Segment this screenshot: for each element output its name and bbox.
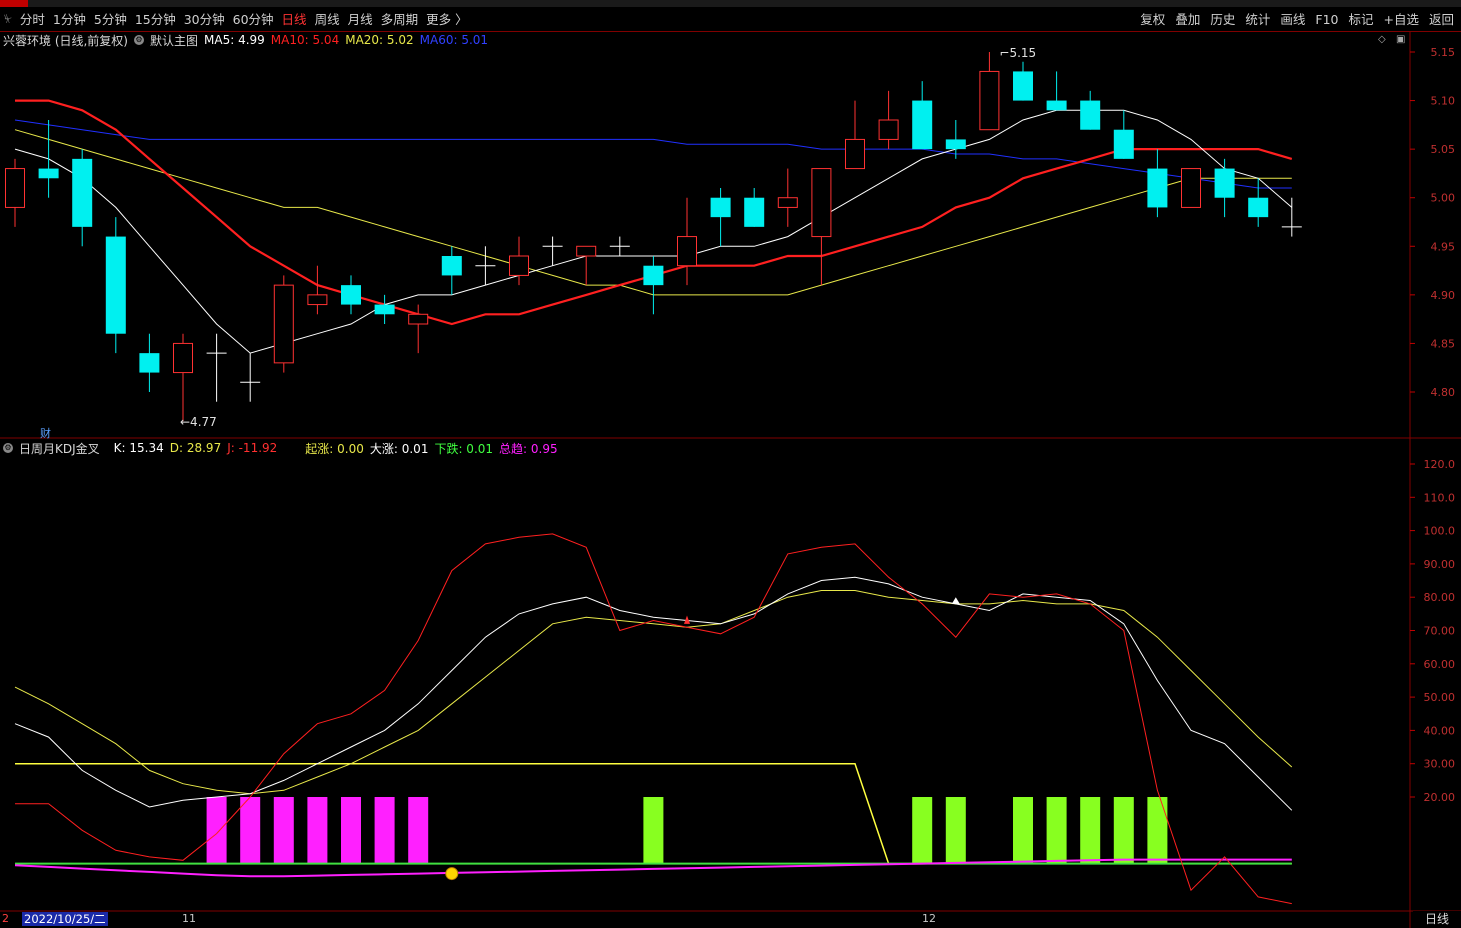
- y-tick-label: 50.00: [1424, 691, 1456, 704]
- y-tick-label: 30.00: [1424, 758, 1456, 771]
- candle-body: [105, 236, 126, 334]
- date-tick: 12: [922, 912, 936, 925]
- y-tick-label: 70.00: [1424, 625, 1456, 638]
- y-tick-label: 60.00: [1424, 658, 1456, 671]
- magenta-signal-bar: [240, 797, 261, 864]
- candle-body: [1248, 197, 1269, 218]
- candle-body: [341, 285, 361, 305]
- candle-body: [979, 70, 1000, 131]
- candle-body: [1214, 168, 1235, 198]
- candle-body: [173, 342, 193, 374]
- candle-body: [509, 255, 529, 276]
- lime-signal-bar: [912, 797, 933, 864]
- candle-body: [643, 265, 664, 286]
- y-tick-label: 120.0: [1424, 458, 1456, 471]
- candle-body: [845, 138, 865, 170]
- lime-signal-bar: [1147, 797, 1168, 864]
- lime-signal-bar: [1113, 797, 1134, 864]
- date-tick: 2: [2, 912, 9, 925]
- smiley-icon: [445, 867, 459, 881]
- lime-signal-bar: [1046, 797, 1067, 864]
- period-indicator[interactable]: 日线: [1413, 911, 1461, 928]
- y-tick-label: 5.05: [1431, 143, 1456, 156]
- y-tick-label: 40.00: [1424, 724, 1456, 737]
- low-label: ←4.77: [180, 415, 217, 429]
- candle-body: [273, 284, 294, 364]
- y-tick-label: 100.0: [1424, 525, 1456, 538]
- candle-body: [576, 245, 597, 257]
- lime-signal-bar: [945, 797, 966, 864]
- candle-body: [1080, 100, 1101, 130]
- magenta-signal-bar: [341, 797, 361, 864]
- y-tick-label: 5.15: [1431, 46, 1456, 59]
- y-tick-label: 20.00: [1424, 791, 1456, 804]
- candle-body: [1046, 100, 1067, 111]
- finance-marker[interactable]: 财: [40, 425, 51, 441]
- high-label: ⌐5.15: [999, 46, 1036, 60]
- magenta-signal-bar: [307, 797, 328, 864]
- y-tick-label: 5.10: [1431, 95, 1456, 108]
- candle-body: [1147, 168, 1168, 208]
- ma60-line: [14, 119, 1292, 189]
- candle-body: [139, 353, 160, 373]
- magenta-signal-bar: [374, 797, 395, 864]
- magenta-signal-bar: [273, 797, 294, 864]
- candle-body: [1181, 168, 1201, 208]
- candle-body: [1113, 129, 1134, 159]
- candle-body: [677, 236, 697, 267]
- candle-body: [744, 197, 765, 227]
- cross-marker: [684, 615, 690, 624]
- candle-body: [374, 304, 395, 315]
- y-tick-label: 4.85: [1431, 337, 1456, 350]
- candle-body: [878, 119, 899, 140]
- candle-body: [912, 100, 933, 150]
- y-tick-label: 4.80: [1431, 386, 1456, 399]
- candle-body: [811, 168, 832, 238]
- y-tick-label: 110.0: [1424, 491, 1456, 504]
- y-tick-label: 90.00: [1424, 558, 1456, 571]
- ma5-line: [14, 109, 1293, 354]
- candle-body: [777, 197, 798, 208]
- lime-signal-bar: [1013, 797, 1033, 864]
- candle-body: [38, 168, 59, 179]
- chart-canvas[interactable]: 5.15 5.10 5.05 5.00 4.95 4.90 4.85 4.80 ⌐5.15 ←4.…: [0, 0, 1461, 928]
- date-tick: 11: [182, 912, 196, 925]
- candle-body: [408, 313, 429, 325]
- y-tick-label: 4.95: [1431, 240, 1456, 253]
- candle-body: [5, 168, 25, 208]
- magenta-signal-bar: [408, 797, 429, 864]
- cursor-date: 2022/10/25/二: [22, 912, 108, 926]
- y-tick-label: 4.90: [1431, 289, 1456, 302]
- lime-signal-bar: [643, 797, 664, 864]
- candle-body: [72, 158, 93, 227]
- candle-body: [441, 256, 462, 276]
- candle-body: [1013, 71, 1033, 101]
- magenta-signal-bar: [206, 797, 227, 864]
- golden-cross-marker: [951, 597, 960, 604]
- y-tick-label: 5.00: [1431, 192, 1456, 205]
- candle-body: [307, 294, 328, 306]
- y-tick-label: 80.00: [1424, 591, 1456, 604]
- candle-body: [945, 139, 966, 150]
- lime-signal-bar: [1080, 797, 1101, 864]
- candle-body: [710, 197, 731, 218]
